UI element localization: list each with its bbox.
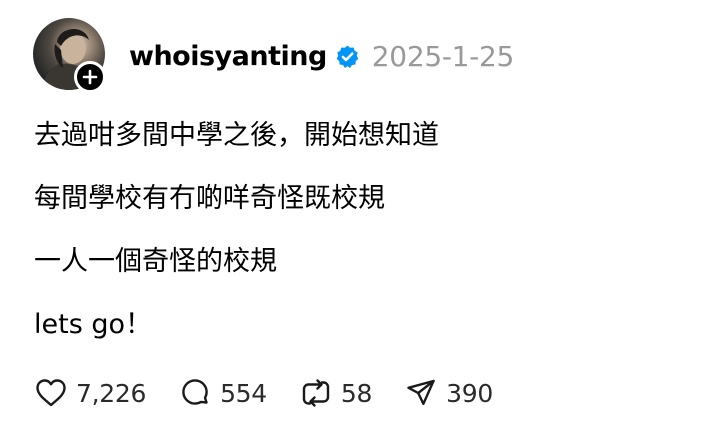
post-text-line: lets go！ (34, 309, 153, 340)
repost-button[interactable]: 58 (299, 376, 372, 410)
post-header: whoisyanting 2025-1-25 (129, 36, 514, 76)
post-text-line: 每間學校有冇啲咩奇怪既校規 (34, 183, 385, 214)
reply-count: 554 (220, 378, 267, 408)
follow-button[interactable] (74, 61, 106, 93)
post-timestamp[interactable]: 2025-1-25 (372, 40, 515, 73)
like-button[interactable]: 7,226 (34, 376, 146, 410)
thread-post: whoisyanting 2025-1-25 去過咁多間中學之後，開始想知道 每… (0, 0, 710, 425)
like-count: 7,226 (76, 378, 147, 408)
share-button[interactable]: 390 (404, 376, 493, 410)
avatar-container[interactable] (33, 18, 106, 93)
heart-icon (34, 376, 68, 410)
comment-bubble-icon (178, 376, 212, 410)
share-count: 390 (446, 378, 493, 408)
repost-count: 58 (340, 378, 373, 408)
verified-badge-icon (335, 44, 360, 69)
send-icon (404, 376, 438, 410)
plus-icon (82, 69, 98, 85)
post-text-line: 一人一個奇怪的校規 (34, 246, 277, 277)
username[interactable]: whoisyanting (129, 41, 327, 72)
reply-button[interactable]: 554 (178, 376, 267, 410)
post-text-line: 去過咁多間中學之後，開始想知道 (34, 120, 439, 151)
post-actions: 7,226 554 58 390 (34, 374, 525, 412)
repost-arrows-icon (299, 376, 333, 410)
